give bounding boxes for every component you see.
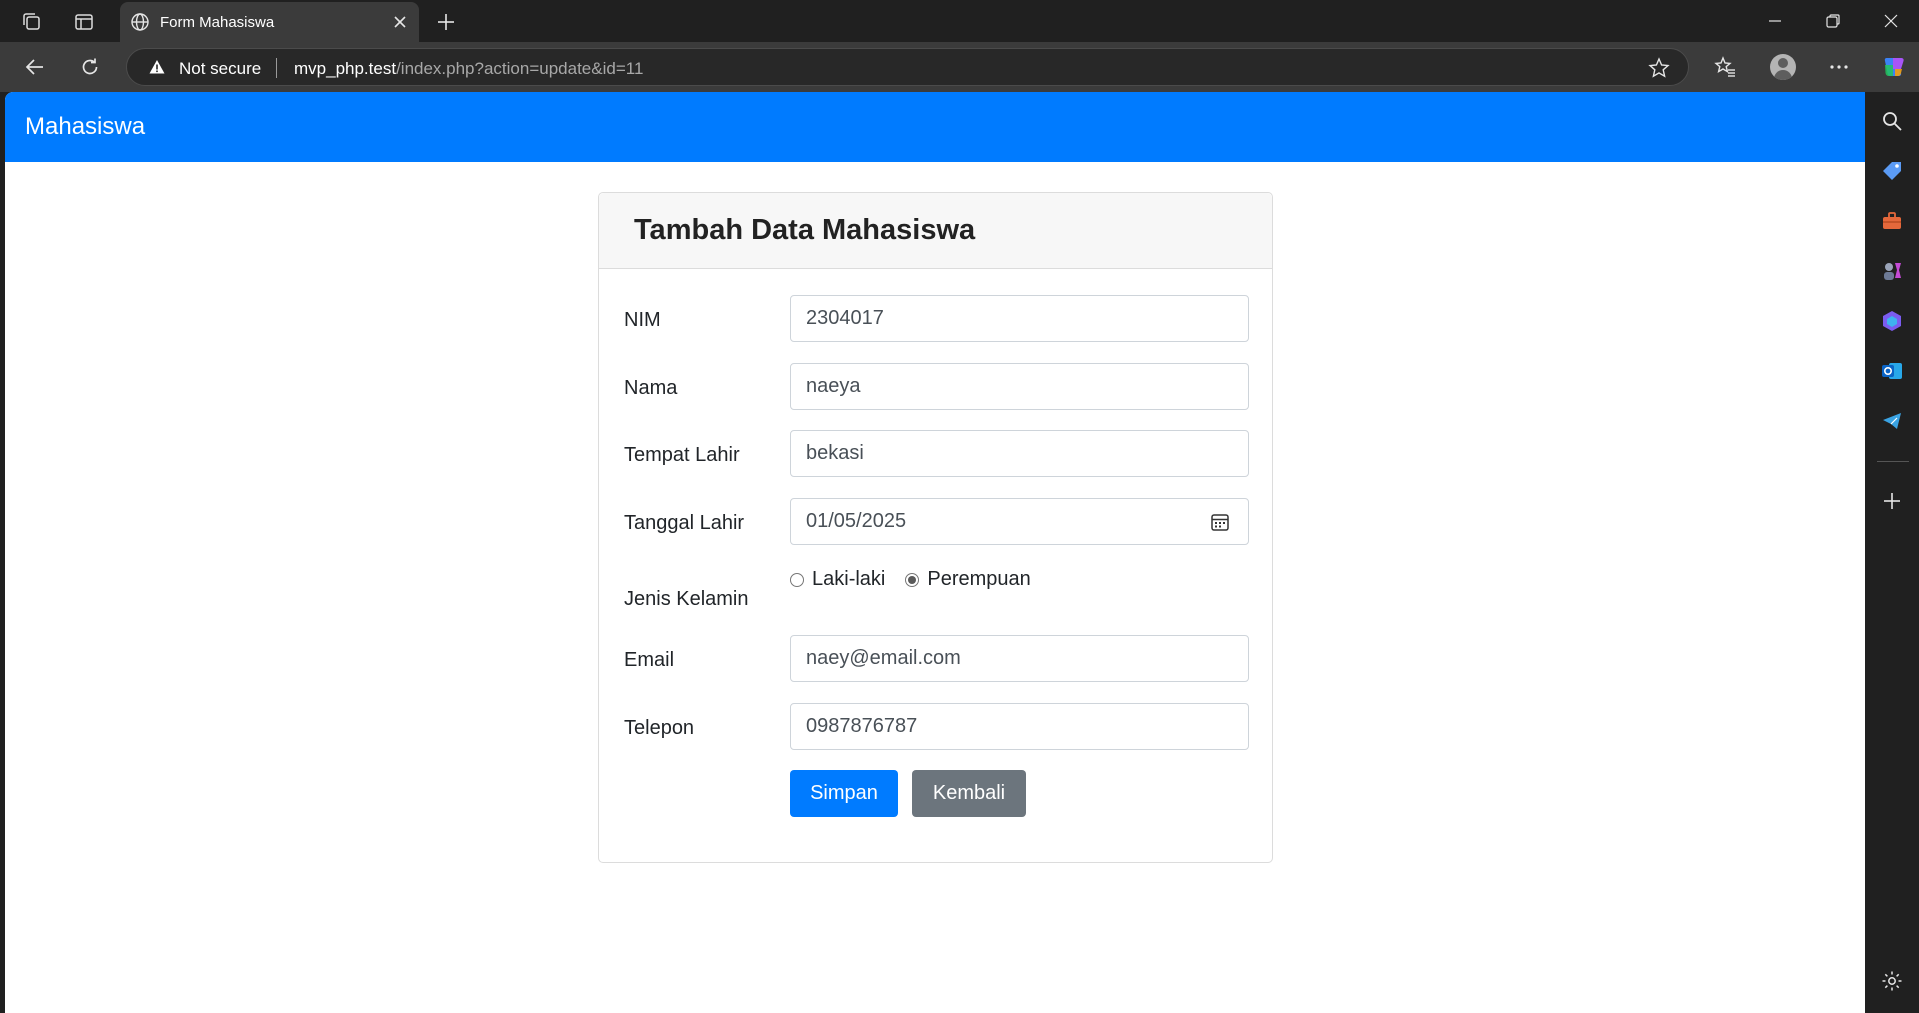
more-button[interactable] [1822, 52, 1856, 82]
tanggal-lahir-value: 01/05/2025 [806, 510, 907, 532]
toolbox-icon[interactable] [1877, 206, 1907, 236]
favorites-icon [1714, 56, 1735, 77]
nim-input[interactable]: 2304017 [790, 295, 1249, 342]
nama-row: Nama naeya [624, 363, 1249, 411]
address-bar[interactable]: Not secure mvp_php.test/index.php?action… [126, 48, 1689, 86]
email-input[interactable]: naey@email.com [790, 635, 1249, 682]
nim-row: NIM 2304017 [624, 295, 1249, 343]
nama-label: Nama [624, 377, 678, 399]
restore-button[interactable] [1805, 0, 1861, 42]
new-tab-button[interactable] [432, 8, 460, 36]
form-card: Tambah Data Mahasiswa NIM 2304017 Nama n… [598, 192, 1273, 863]
tanggal-lahir-input[interactable]: 01/05/2025 [790, 498, 1249, 545]
tempat-lahir-label: Tempat Lahir [624, 444, 740, 466]
back-button[interactable]: Kembali [912, 770, 1026, 817]
workspaces-icon[interactable] [18, 9, 46, 35]
globe-icon [130, 12, 150, 37]
refresh-button[interactable] [73, 52, 107, 82]
profile-button[interactable] [1766, 52, 1800, 82]
microsoft-365-icon[interactable] [1877, 306, 1907, 336]
minimize-icon [1769, 20, 1781, 22]
browser-tab-bar: Form Mahasiswa [0, 0, 1919, 42]
telepon-row: Telepon 0987876787 [624, 703, 1249, 751]
star-icon[interactable] [1648, 57, 1670, 84]
tanggal-lahir-row: Tanggal Lahir 01/05/2025 [624, 498, 1249, 546]
back-button[interactable] [18, 52, 52, 82]
email-label: Email [624, 649, 675, 671]
save-button[interactable]: Simpan [790, 770, 898, 817]
settings-icon[interactable] [1877, 966, 1907, 996]
close-icon[interactable] [389, 11, 411, 33]
radio-label-laki-laki[interactable]: Laki-laki [812, 568, 885, 591]
profile-icon [1770, 54, 1796, 80]
outlook-icon[interactable] [1877, 356, 1907, 386]
radio-label-perempuan[interactable]: Perempuan [927, 568, 1030, 591]
gender-radio-group: Laki-laki Perempuan [790, 568, 1051, 591]
close-window-button[interactable] [1863, 0, 1919, 42]
tempat-lahir-row: Tempat Lahir bekasi [624, 430, 1249, 478]
telegram-icon[interactable] [1877, 406, 1907, 436]
url-host: mvp_php.test [294, 59, 397, 78]
copilot-icon [1884, 58, 1904, 76]
restore-icon [1826, 14, 1840, 28]
browser-toolbar: Not secure mvp_php.test/index.php?action… [0, 42, 1919, 92]
back-icon [25, 59, 43, 75]
app-navbar: Mahasiswa [5, 92, 1865, 162]
edge-sidebar [1865, 92, 1919, 1013]
plus-icon [438, 14, 454, 30]
more-icon [1830, 65, 1848, 69]
security-label[interactable]: Not secure [179, 59, 261, 79]
jenis-kelamin-label: Jenis Kelamin [624, 588, 749, 610]
nama-input[interactable]: naeya [790, 363, 1249, 410]
search-icon[interactable] [1877, 106, 1907, 136]
jenis-kelamin-row: Jenis Kelamin Laki-laki Perempuan [624, 565, 1249, 613]
page-viewport: Mahasiswa Tambah Data Mahasiswa NIM 2304… [5, 92, 1865, 1013]
minimize-button[interactable] [1747, 0, 1803, 42]
favorites-button[interactable] [1708, 52, 1742, 82]
url-path: /index.php?action=update&id=11 [396, 59, 644, 78]
warning-icon[interactable] [149, 59, 165, 80]
active-tab[interactable]: Form Mahasiswa [120, 2, 419, 42]
telepon-input[interactable]: 0987876787 [790, 703, 1249, 750]
tab-title: Form Mahasiswa [160, 14, 275, 31]
radio-laki-laki[interactable] [790, 572, 804, 587]
shopping-tag-icon[interactable] [1877, 156, 1907, 186]
radio-perempuan[interactable] [905, 572, 920, 587]
games-icon[interactable] [1877, 256, 1907, 286]
calendar-icon[interactable] [1210, 512, 1230, 538]
button-row: Simpan Kembali [624, 770, 1249, 818]
sidebar-divider [1877, 461, 1909, 462]
card-header: Tambah Data Mahasiswa [599, 193, 1272, 269]
page-title: Tambah Data Mahasiswa [634, 214, 976, 246]
copilot-button[interactable] [1877, 52, 1911, 82]
address-divider [276, 58, 277, 78]
email-row: Email naey@email.com [624, 635, 1249, 683]
navbar-brand[interactable]: Mahasiswa [25, 113, 145, 141]
nim-label: NIM [624, 309, 661, 331]
url-text[interactable]: mvp_php.test/index.php?action=update&id=… [294, 59, 643, 79]
add-icon[interactable] [1877, 486, 1907, 516]
close-icon [1884, 14, 1898, 28]
telepon-label: Telepon [624, 717, 695, 739]
refresh-icon [82, 58, 98, 75]
tanggal-lahir-label: Tanggal Lahir [624, 512, 745, 534]
tab-actions-icon[interactable] [70, 9, 98, 35]
tempat-lahir-input[interactable]: bekasi [790, 430, 1249, 477]
